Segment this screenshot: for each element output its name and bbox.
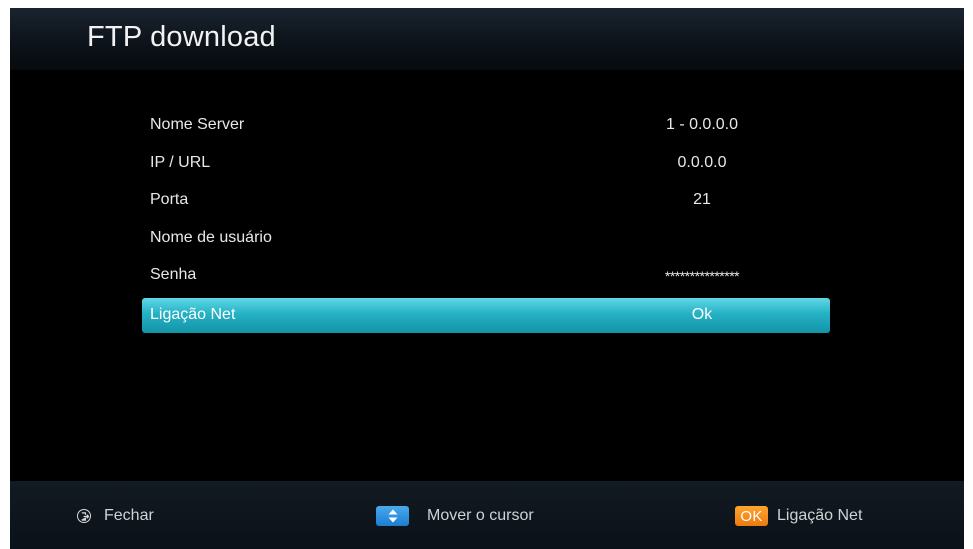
menu-row-value: 0.0.0.0 [677, 153, 727, 171]
hint-ok-label: Ligação Net [777, 507, 863, 524]
page-title: FTP download [87, 21, 276, 53]
settings-menu: Nome Server 1 - 0.0.0.0 IP / URL 0.0.0.0… [142, 108, 830, 333]
menu-row-nome-server[interactable]: Nome Server 1 - 0.0.0.0 [142, 108, 830, 146]
menu-row-label: Senha [150, 266, 197, 284]
menu-row-ligacao-net[interactable]: Ligação Net Ok [142, 297, 830, 333]
menu-row-label: IP / URL [150, 153, 211, 171]
hint-exit[interactable]: Fechar [77, 505, 154, 527]
menu-row-nome-de-usuario[interactable]: Nome de usuário [142, 221, 830, 259]
menu-row-label: Porta [150, 191, 189, 209]
password-masked-value: *************** [664, 268, 740, 285]
menu-row-label: Nome de usuário [150, 228, 272, 246]
menu-row-value: Ok [691, 305, 713, 323]
menu-row-ip-url[interactable]: IP / URL 0.0.0.0 [142, 146, 830, 184]
menu-row-senha[interactable]: Senha *************** [142, 258, 830, 296]
hint-exit-label: Fechar [104, 507, 154, 524]
menu-row-porta[interactable]: Porta 21 [142, 183, 830, 221]
hint-move-label: Mover o cursor [427, 507, 534, 524]
menu-row-label: Nome Server [150, 116, 245, 133]
exit-icon [77, 509, 91, 523]
tv-screen: FTP download Nome Server 1 - 0.0.0.0 IP … [10, 8, 964, 549]
menu-row-value: 1 - 0.0.0.0 [665, 116, 739, 133]
header-bar: FTP download [10, 8, 964, 70]
up-down-arrows-icon [376, 506, 409, 526]
hint-move-cursor[interactable]: Mover o cursor [376, 505, 534, 527]
hint-ok[interactable]: OK Ligação Net [735, 505, 862, 527]
menu-row-value: 21 [693, 191, 711, 209]
menu-row-label: Ligação Net [150, 305, 236, 323]
footer-hint-bar: Fechar Mover o cursor OK Ligação Net [10, 481, 964, 549]
ok-key-icon: OK [735, 506, 768, 526]
